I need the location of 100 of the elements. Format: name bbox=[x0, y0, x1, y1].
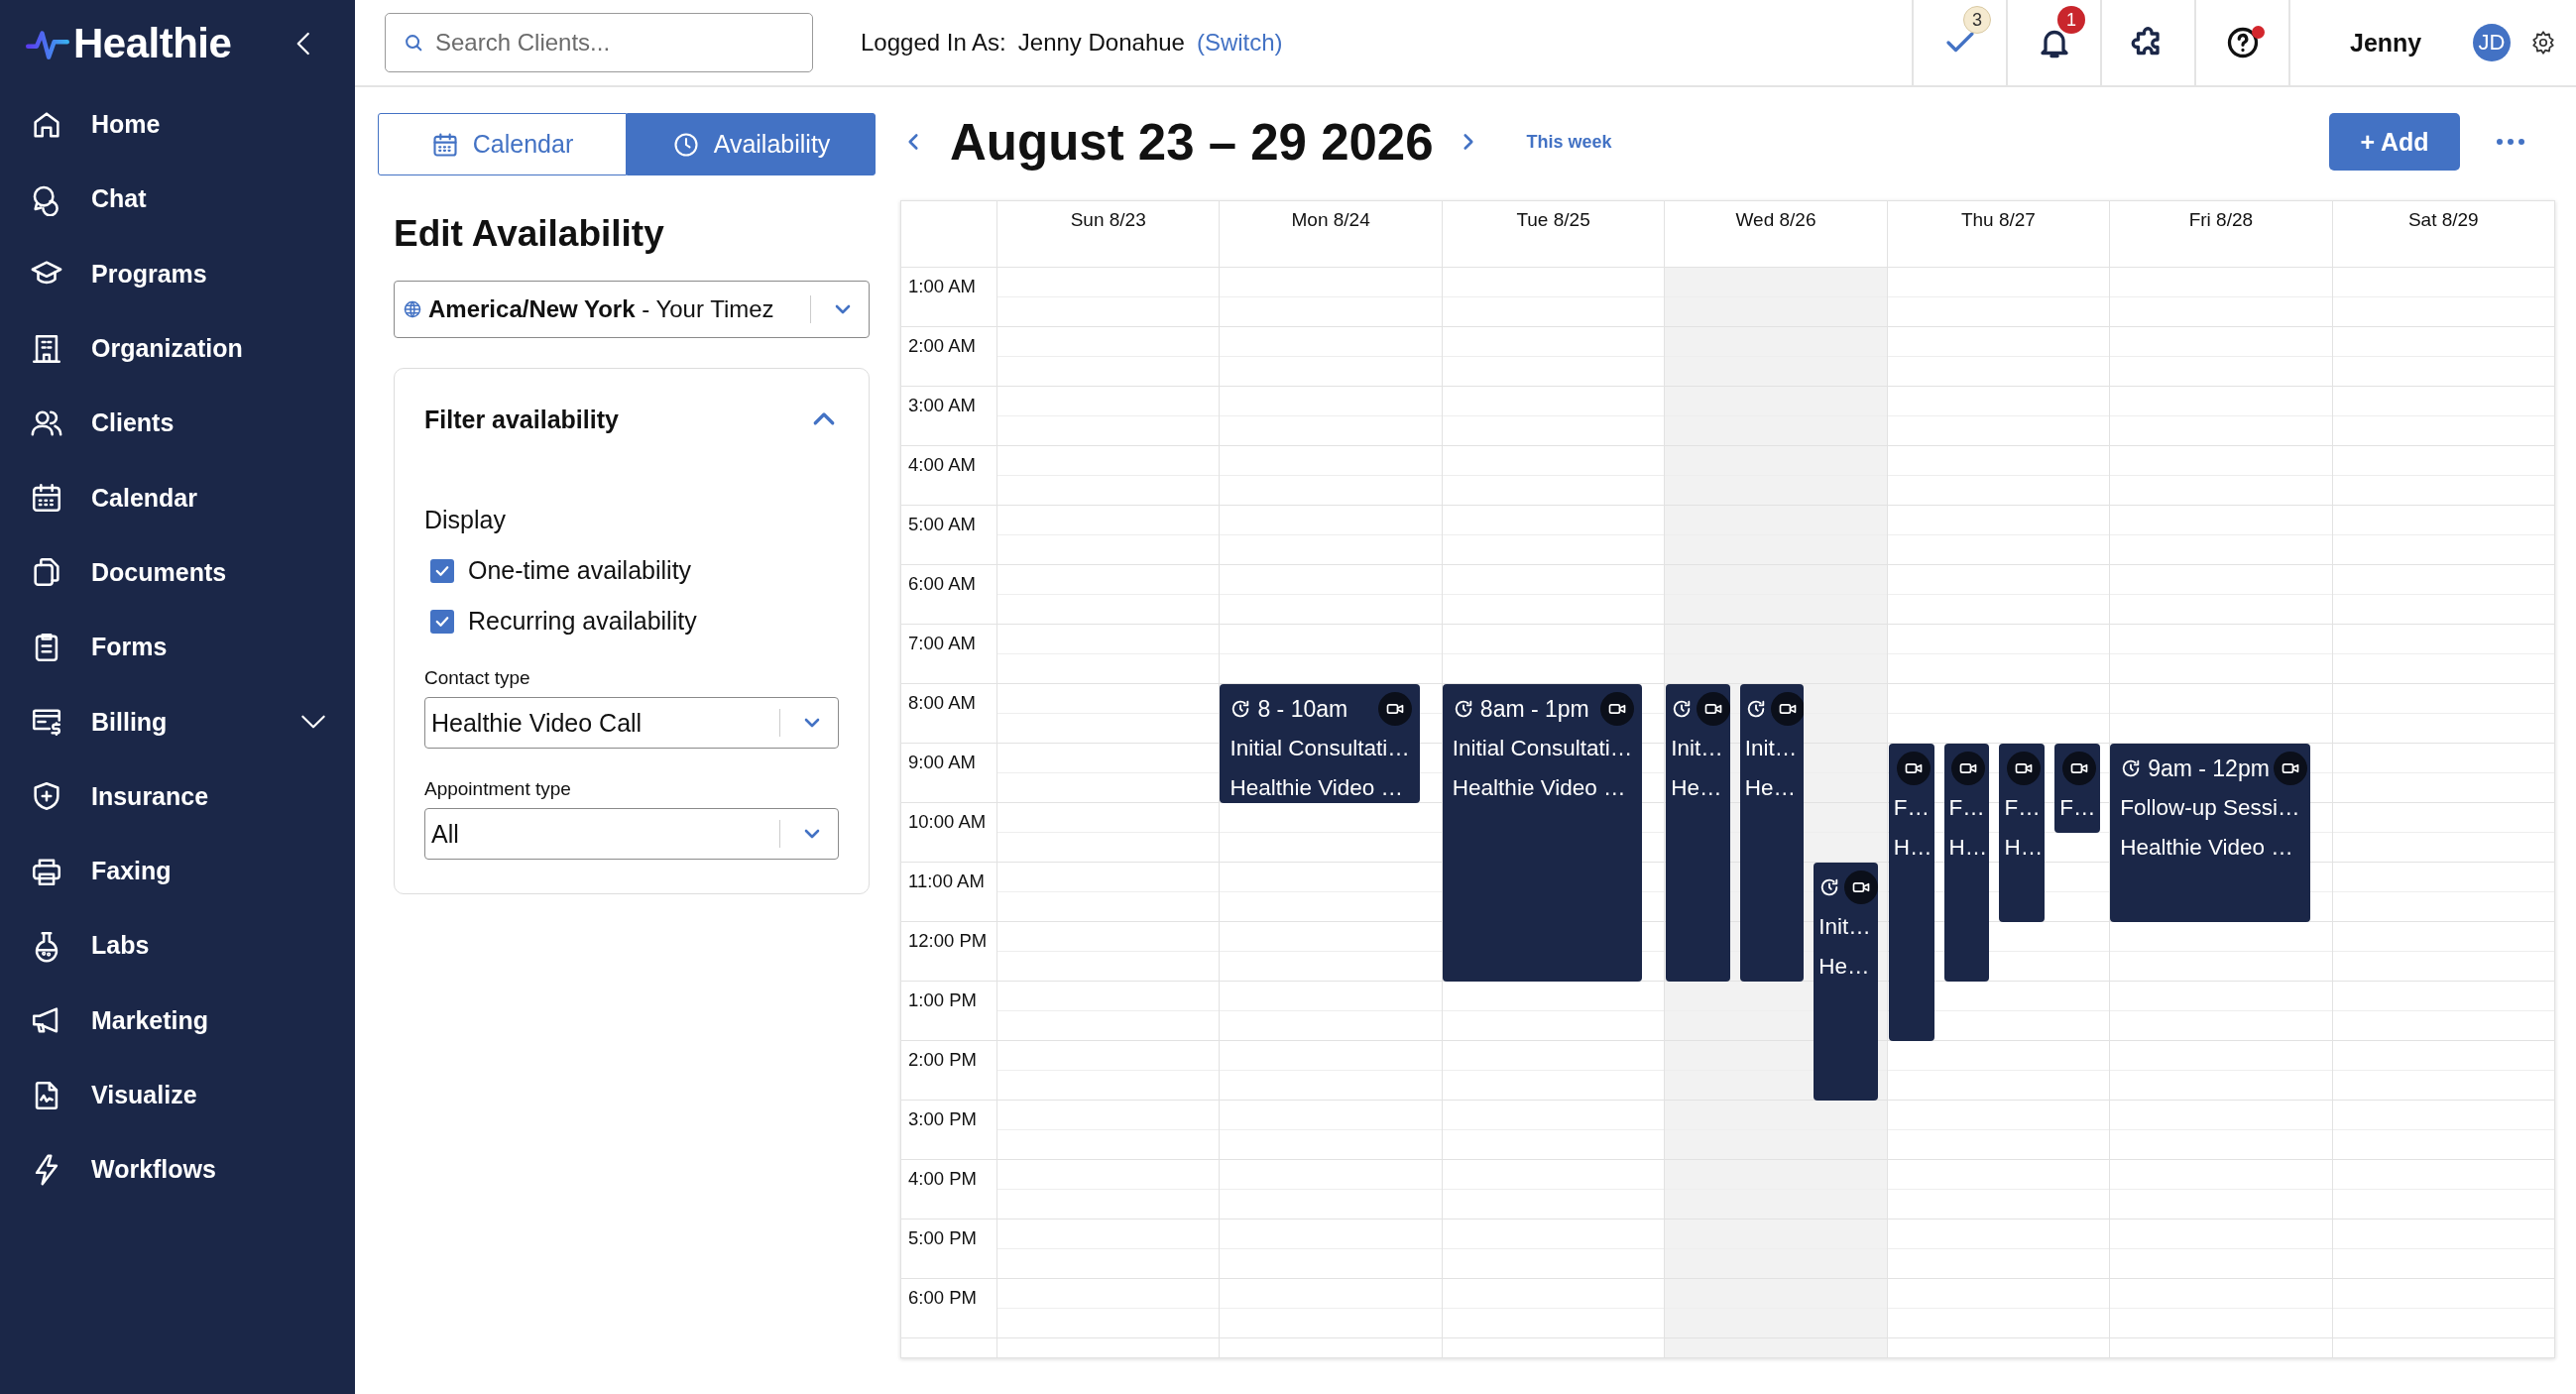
nav-item[interactable]: Chat bbox=[91, 184, 147, 214]
nav-item[interactable]: Home bbox=[91, 110, 161, 140]
time-label: 11:00 AM bbox=[901, 862, 996, 921]
nav-item[interactable]: Marketing bbox=[91, 1005, 209, 1035]
availability-block[interactable]: Init… He… bbox=[1814, 863, 1878, 1101]
event-location: Healthie Video … bbox=[1452, 774, 1627, 802]
timezone-select[interactable]: America/New York - Your Timez bbox=[394, 281, 870, 338]
filter-title: Filter availability bbox=[424, 405, 619, 434]
time-label: 5:00 PM bbox=[901, 1219, 996, 1278]
event-location: He… bbox=[1671, 774, 1723, 802]
nav-item[interactable]: Forms bbox=[91, 633, 168, 662]
time-label: 9:00 AM bbox=[901, 743, 996, 802]
checkbox[interactable] bbox=[430, 558, 454, 583]
time-label: 12:00 PM bbox=[901, 921, 996, 981]
dropdown[interactable]: Healthie Video Call bbox=[424, 697, 839, 749]
view-tab[interactable]: Calendar bbox=[378, 113, 627, 175]
more-icon bbox=[2496, 138, 2525, 146]
availability-block[interactable]: 8 - 10am Initial Consultati… Healthie Video … bbox=[1220, 684, 1420, 803]
time-label: 4:00 AM bbox=[901, 445, 996, 505]
day-header: Sat 8/29 bbox=[2407, 209, 2479, 232]
day-header: Fri 8/28 bbox=[2188, 209, 2254, 232]
event-title: Init… bbox=[1671, 735, 1724, 762]
settings-button[interactable] bbox=[2530, 30, 2556, 56]
panel-title: Edit Availability bbox=[394, 213, 665, 255]
nav-item[interactable]: Labs bbox=[91, 931, 150, 961]
availability-block[interactable]: 8am - 1pm Initial Consultati… Healthie Video … bbox=[1442, 684, 1643, 982]
time-label: 10:00 AM bbox=[901, 802, 996, 862]
count-badge: 1 bbox=[2057, 6, 2085, 34]
this-week-link[interactable]: This week bbox=[1526, 131, 1612, 153]
field-label: Appointment type bbox=[424, 778, 572, 800]
nav-item[interactable]: Clients bbox=[91, 408, 175, 438]
user-full-name: Jenny Donahue bbox=[1017, 29, 1185, 57]
add-button[interactable]: + Add bbox=[2329, 113, 2460, 171]
nav-item[interactable]: Documents bbox=[91, 557, 227, 587]
time-label: 4:00 PM bbox=[901, 1159, 996, 1219]
settings-icon bbox=[2530, 30, 2556, 56]
availability-block[interactable]: F… bbox=[2054, 744, 2101, 833]
time-label: 6:00 AM bbox=[901, 564, 996, 624]
checkbox-label: Recurring availability bbox=[468, 607, 697, 636]
event-title: Initial Consultati… bbox=[1452, 735, 1634, 762]
time-label: 8:00 AM bbox=[901, 683, 996, 743]
week-title: August 23 – 29 2026 bbox=[950, 112, 1434, 172]
bell-button[interactable]: 1 bbox=[2006, 0, 2100, 85]
availability-block[interactable]: F… H… bbox=[1943, 744, 1990, 982]
nav-item[interactable]: Billing bbox=[91, 707, 168, 737]
event-location: Healthie Video … bbox=[2120, 834, 2294, 862]
availability-block[interactable]: Init… He… bbox=[1666, 684, 1730, 982]
event-title: F… bbox=[2004, 794, 2042, 822]
nav-item[interactable]: Faxing bbox=[91, 857, 172, 886]
search-icon bbox=[403, 32, 424, 54]
day-header: Mon 8/24 bbox=[1291, 209, 1370, 232]
availability-block[interactable]: F… H… bbox=[1888, 744, 1934, 1041]
display-label: Display bbox=[424, 506, 507, 534]
availability-block[interactable]: 9am - 12pm Follow-up Sessi… Healthie Video … bbox=[2110, 744, 2310, 922]
user-name[interactable]: Jenny bbox=[2350, 28, 2473, 58]
event-time: 9am - 12pm bbox=[2148, 755, 2270, 782]
day-header: Tue 8/25 bbox=[1516, 209, 1590, 232]
nav-item[interactable]: Workflows bbox=[91, 1155, 216, 1185]
checkmark-button[interactable]: 3 bbox=[1912, 0, 2006, 85]
avatar[interactable]: JD bbox=[2473, 24, 2511, 61]
calendar-icon bbox=[430, 130, 459, 159]
logged-in-label: Logged In As: bbox=[861, 29, 1006, 57]
event-title: F… bbox=[1893, 794, 1931, 822]
dropdown[interactable]: All bbox=[424, 808, 839, 860]
checkbox[interactable] bbox=[430, 609, 454, 634]
time-label: 1:00 PM bbox=[901, 981, 996, 1040]
logo-text: Healthie bbox=[73, 20, 232, 67]
field-label: Contact type bbox=[424, 667, 531, 689]
day-header: Sun 8/23 bbox=[1070, 209, 1146, 232]
more-button[interactable] bbox=[2496, 138, 2525, 146]
nav-item[interactable]: Visualize bbox=[91, 1081, 197, 1109]
nav-item[interactable]: Calendar bbox=[91, 483, 197, 513]
event-time: 8am - 1pm bbox=[1479, 695, 1589, 723]
day-header: Thu 8/27 bbox=[1960, 209, 2036, 232]
nav-item[interactable]: Organization bbox=[91, 334, 243, 364]
globe-icon bbox=[403, 299, 422, 319]
checkbox-label: One-time availability bbox=[468, 556, 692, 585]
availability-block[interactable]: F… H… bbox=[1999, 744, 2046, 922]
event-location: He… bbox=[1818, 953, 1871, 981]
time-label: 2:00 AM bbox=[901, 326, 996, 386]
event-location: He… bbox=[1744, 774, 1797, 802]
time-label: 2:00 PM bbox=[901, 1040, 996, 1100]
search-field[interactable]: Search Clients... bbox=[385, 13, 813, 72]
clock-icon bbox=[671, 130, 700, 159]
count-badge: 3 bbox=[1963, 6, 1991, 34]
event-time: 8 - 10am bbox=[1257, 695, 1348, 723]
availability-block[interactable]: Init… He… bbox=[1739, 684, 1805, 982]
event-location: H… bbox=[1948, 834, 1986, 862]
event-location: H… bbox=[2004, 834, 2042, 862]
event-location: Healthie Video … bbox=[1229, 774, 1405, 802]
time-label: 3:00 AM bbox=[901, 386, 996, 445]
event-location: H… bbox=[1893, 834, 1931, 862]
event-title: Init… bbox=[1818, 913, 1872, 941]
nav-item[interactable]: Programs bbox=[91, 259, 207, 289]
time-label: 5:00 AM bbox=[901, 505, 996, 564]
nav-item[interactable]: Insurance bbox=[91, 781, 209, 811]
view-tab[interactable]: Availability bbox=[627, 113, 876, 175]
event-title: Initial Consultati… bbox=[1229, 735, 1411, 762]
time-label: 7:00 AM bbox=[901, 624, 996, 683]
switch-user-link[interactable]: (Switch) bbox=[1196, 29, 1283, 57]
